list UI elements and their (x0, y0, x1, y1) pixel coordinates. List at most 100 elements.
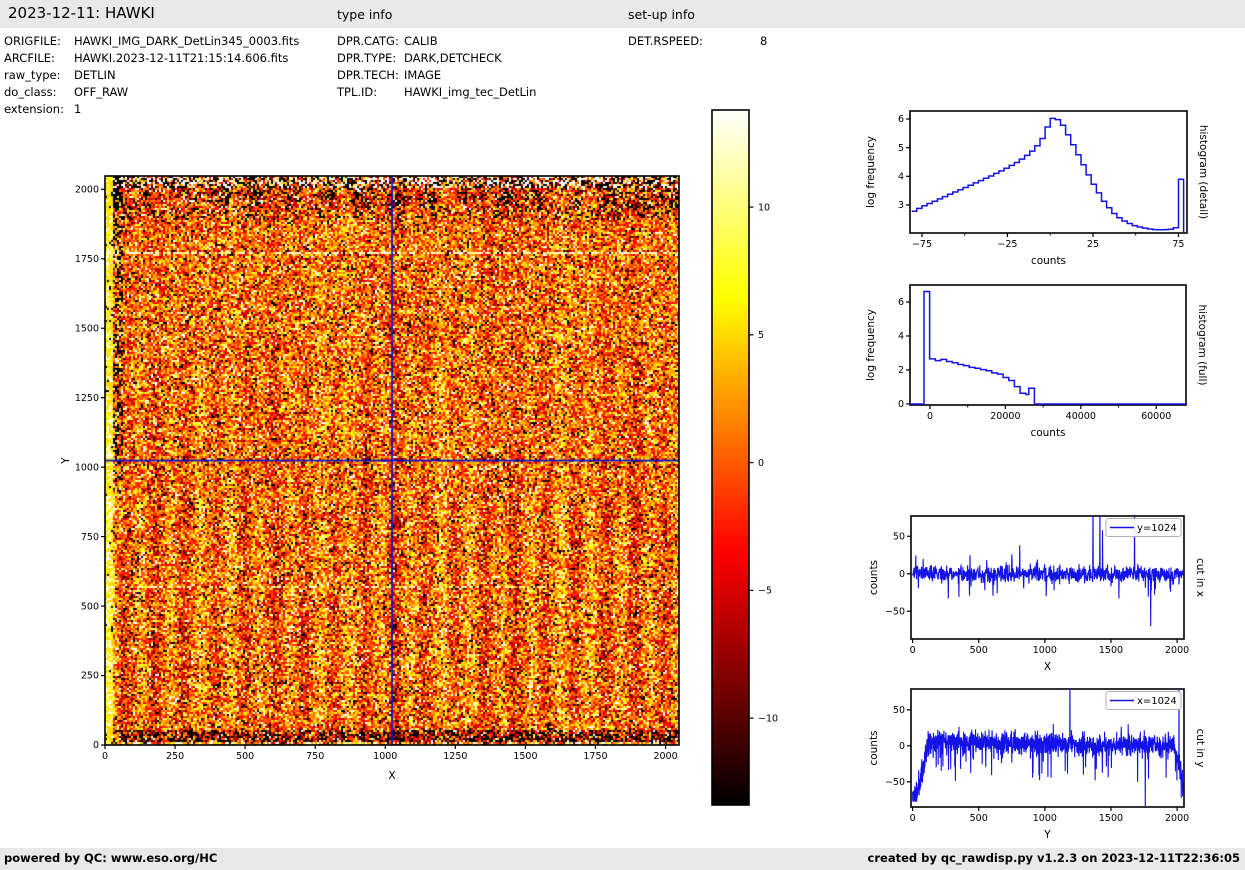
file-metadata: ORIGFILE: HAWKI_IMG_DARK_DetLin345_0003.f… (4, 33, 299, 118)
y-tick-label: 4 (898, 331, 904, 342)
colorbar-gradient (712, 110, 749, 805)
footer-bar: powered by QC: www.eso.org/HC created by… (0, 848, 1245, 870)
y-tick-label: 0 (899, 569, 905, 580)
meta-row: DPR.CATG: CALIB (337, 33, 536, 50)
footer-powered-by: powered by QC: www.eso.org/HC (4, 851, 218, 865)
type-info-metadata: DPR.CATG: CALIB DPR.TYPE: DARK,DETCHECK DPR.… (337, 33, 536, 101)
meta-row: ARCFILE: HAWKI.2023-12-11T21:15:14.606.fi… (4, 50, 299, 67)
meta-row: DET.RSPEED: 8 (628, 33, 767, 50)
meta-row: do_class: OFF_RAW (4, 84, 299, 101)
y-tick-label: 6 (898, 297, 904, 308)
y-tick-label: 3 (898, 200, 904, 211)
data-line-histogram-full (910, 290, 1186, 405)
meta-value: IMAGE (404, 68, 442, 82)
meta-label: DET.RSPEED: (628, 34, 703, 48)
page-title: 2023-12-11: HAWKI (8, 4, 155, 22)
meta-row: extension: 1 (4, 101, 299, 118)
y-tick-label: 1750 (75, 254, 99, 265)
x-tick-label: 1250 (443, 751, 467, 762)
setup-info-metadata: DET.RSPEED: 8 (628, 33, 767, 50)
meta-value: HAWKI.2023-12-11T21:15:14.606.fits (74, 51, 289, 65)
y-tick-label: 1250 (75, 393, 99, 404)
ticks-cut-in-x: 0 500 1000 1500 2000 −50 0 50 (885, 531, 1189, 656)
meta-value: DETLIN (74, 68, 116, 82)
y-tick-label: −50 (885, 777, 905, 788)
x-tick-label: 500 (970, 813, 988, 824)
ticks-cut-in-y: 0 500 1000 1500 2000 −50 0 50 (885, 705, 1189, 824)
meta-label: ARCFILE: (4, 51, 55, 65)
y-tick-label: 4 (898, 171, 904, 182)
meta-row: TPL.ID: HAWKI_img_tec_DetLin (337, 84, 536, 101)
x-tick-label: 0 (910, 813, 916, 824)
plot-frame-histogram-full (909, 284, 1187, 406)
plot-frame-cut-in-y (910, 688, 1185, 808)
x-tick-label: −75 (912, 239, 932, 250)
data-line-histogram-detail (911, 117, 1185, 233)
x-tick-label: 0 (910, 645, 916, 656)
footer-created-by: created by qc_rawdisp.py v1.2.3 on 2023-… (867, 851, 1240, 865)
y-tick-label: 2000 (75, 185, 99, 196)
x-tick-label: 60000 (1141, 411, 1171, 422)
meta-value: OFF_RAW (74, 85, 129, 99)
y-axis-label: counts (868, 730, 880, 765)
y-axis-label: Y (60, 457, 72, 465)
x-axis-label: counts (1031, 255, 1066, 267)
header-bar: 2023-12-11: HAWKI type info set-up info (0, 0, 1245, 28)
y-axis-label: counts (868, 560, 880, 595)
x-tick-label: 1500 (513, 751, 537, 762)
legend-label: y=1024 (1137, 523, 1177, 534)
y-tick-label: 1000 (75, 462, 99, 473)
legend-box (1105, 518, 1182, 537)
x-tick-label: 40000 (1066, 411, 1096, 422)
meta-value: CALIB (404, 34, 438, 48)
meta-value: HAWKI_img_tec_DetLin (404, 85, 537, 99)
x-tick-label: 500 (970, 645, 988, 656)
legend-label: x=1024 (1137, 696, 1177, 707)
y-tick-label: 0 (898, 399, 904, 410)
x-tick-label: 2000 (1165, 645, 1189, 656)
y-tick-label: 750 (81, 532, 99, 543)
x-tick-label: 1000 (373, 751, 397, 762)
x-axis-label: Y (1043, 829, 1051, 841)
meta-value: 1 (74, 102, 82, 116)
x-tick-label: 1000 (1033, 813, 1057, 824)
y-tick-label: 50 (893, 705, 905, 716)
plot-cut-in-y: 0 500 1000 1500 2000 −50 0 50 Ycounts cut in y (868, 688, 1206, 841)
meta-label: DPR.TYPE: (337, 51, 397, 65)
y-tick-label: 1500 (75, 323, 99, 334)
side-label-cut-in-y: cut in y (1194, 728, 1206, 767)
meta-label: raw_type: (4, 68, 61, 82)
ticks-histogram-full: 0 20000 40000 60000 0 2 4 6 (898, 297, 1171, 422)
type-info-header: type info (337, 7, 393, 22)
meta-label: TPL.ID: (337, 85, 378, 99)
y-tick-label: 0 (899, 741, 905, 752)
plot-frame-histogram-detail (909, 110, 1188, 234)
y-tick-label: 0 (93, 740, 99, 751)
meta-label: ORIGFILE: (4, 34, 61, 48)
x-tick-label: 1000 (1033, 645, 1057, 656)
x-tick-label: 750 (306, 751, 324, 762)
y-tick-label: 2 (898, 365, 904, 376)
side-label-histogram-full: histogram (full) (1196, 305, 1208, 386)
meta-value: 8 (760, 34, 768, 48)
meta-value: HAWKI_IMG_DARK_DetLin345_0003.fits (74, 34, 300, 48)
colorbar-tick-label: 10 (758, 202, 770, 213)
x-tick-label: 20000 (990, 411, 1020, 422)
y-tick-label: 500 (81, 601, 99, 612)
y-tick-label: 250 (81, 671, 99, 682)
x-tick-label: 0 (927, 411, 933, 422)
setup-info-header: set-up info (628, 7, 695, 22)
plot-cut-in-x: 0 500 1000 1500 2000 −50 0 50 Xcounts cut in x (868, 515, 1206, 673)
x-axis-label: counts (1030, 427, 1065, 439)
ticks-histogram-detail: −75 −25 25 75 3 4 5 6 (898, 114, 1185, 250)
meta-value: DARK,DETCHECK (404, 51, 502, 65)
x-tick-label: 1500 (1099, 645, 1123, 656)
data-line-cut-in-x (912, 516, 1184, 627)
meta-label: do_class: (4, 85, 57, 99)
qc-rawdisp-report: 2023-12-11: HAWKI type info set-up info … (0, 0, 1245, 870)
x-tick-label: 2000 (1165, 813, 1189, 824)
y-tick-label: 6 (898, 114, 904, 125)
x-tick-label: 1750 (583, 751, 607, 762)
meta-label: DPR.TECH: (337, 68, 399, 82)
colorbar-tick-label: −5 (758, 586, 772, 597)
